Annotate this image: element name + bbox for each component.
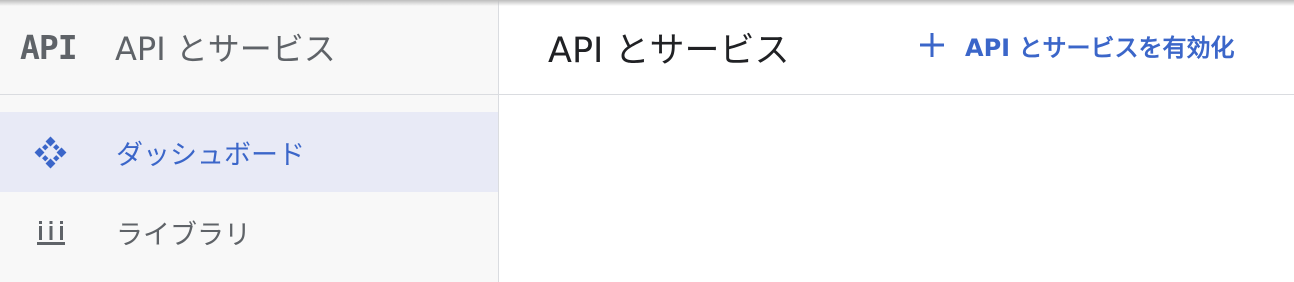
enable-api-button[interactable]: API とサービスを有効化 <box>917 24 1234 66</box>
sidebar: API API とサービス ダッシュボード ライブラリ <box>0 0 499 282</box>
page-title: API とサービス <box>548 31 790 71</box>
top-shadow <box>0 0 1294 6</box>
enable-api-label: API とサービスを有効化 <box>965 33 1235 62</box>
sidebar-item-label: ダッシュボード <box>116 139 305 171</box>
api-logo: API <box>20 27 78 67</box>
sidebar-item-label: ライブラリ <box>116 219 251 251</box>
plus-icon <box>917 30 947 60</box>
dashboard-icon <box>34 136 68 170</box>
sidebar-item-dashboard[interactable]: ダッシュボード <box>0 112 498 192</box>
library-icon <box>34 216 68 250</box>
sidebar-item-library[interactable]: ライブラリ <box>0 192 498 272</box>
sidebar-header: API API とサービス <box>0 0 498 95</box>
main-header: API とサービス API とサービスを有効化 <box>499 0 1294 95</box>
sidebar-title: API とサービス <box>115 30 336 68</box>
